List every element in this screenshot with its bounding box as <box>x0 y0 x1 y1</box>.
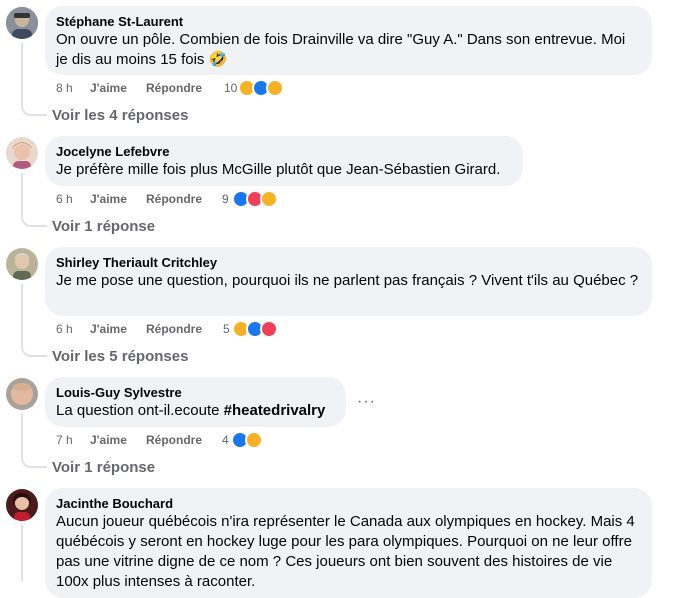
comment-time[interactable]: 6 h <box>56 190 73 208</box>
comment-author[interactable]: Stéphane St-Laurent <box>56 13 640 30</box>
comment-author[interactable]: Shirley Theriault Critchley <box>56 254 640 271</box>
thread-line <box>21 525 23 581</box>
like-button[interactable]: J'aime <box>90 190 127 208</box>
avatar-photo-icon <box>6 137 38 169</box>
thread-line <box>21 43 23 106</box>
care-icon <box>245 431 263 449</box>
comment-text: Je me pose une question, pourquoi ils ne… <box>56 272 639 289</box>
comment-time[interactable]: 7 h <box>56 431 73 449</box>
reply-button[interactable]: Répondre <box>146 79 202 97</box>
thread-connector <box>21 345 47 357</box>
view-replies-link[interactable]: Voir 1 réponse <box>52 458 155 478</box>
reaction-count[interactable]: 10 <box>224 79 237 97</box>
thread-connector <box>21 456 47 468</box>
comment-author[interactable]: Jocelyne Lefebvre <box>56 143 511 160</box>
avatar-photo-icon <box>6 7 38 39</box>
view-replies-link[interactable]: Voir les 4 réponses <box>52 106 188 126</box>
view-replies-link[interactable]: Voir les 5 réponses <box>52 347 188 367</box>
thread-line <box>21 414 23 458</box>
like-button[interactable]: J'aime <box>90 431 127 449</box>
comment-bubble: Jocelyne Lefebvre Je préfère mille fois … <box>45 136 523 186</box>
like-button[interactable]: J'aime <box>90 79 127 97</box>
care-icon <box>260 190 278 208</box>
avatar[interactable] <box>6 7 38 39</box>
thread-line <box>21 284 23 347</box>
reply-button[interactable]: Répondre <box>146 431 202 449</box>
avatar[interactable] <box>6 248 38 280</box>
comment-author[interactable]: Jacinthe Bouchard <box>56 495 640 512</box>
comment-text-body: La question ont-il.ecoute <box>56 402 224 419</box>
comment-time[interactable]: 6 h <box>56 320 73 338</box>
comment-text: On ouvre un pôle. Combien de fois Drainv… <box>56 31 626 68</box>
comment-text: Je préfère mille fois plus McGille plutô… <box>56 161 501 178</box>
comment-bubble: Louis-Guy Sylvestre La question ont-il.e… <box>45 377 346 427</box>
thread-connector <box>21 215 47 227</box>
thread-line <box>21 173 23 217</box>
comment-bubble: Shirley Theriault Critchley Je me pose u… <box>45 247 652 316</box>
avatar[interactable] <box>6 489 38 521</box>
love-icon <box>260 320 278 338</box>
comment-author[interactable]: Louis-Guy Sylvestre <box>56 384 334 401</box>
care-icon <box>266 79 284 97</box>
more-options-button[interactable]: ··· <box>357 393 376 411</box>
comment-time[interactable]: 8 h <box>56 79 73 97</box>
comment-actions: 7 h J'aime Répondre 4 <box>56 431 296 449</box>
hashtag-link[interactable]: #heatedrivalry <box>224 402 326 419</box>
comment-actions: 6 h J'aime Répondre 5 <box>56 320 296 338</box>
comment-thread: Stéphane St-Laurent On ouvre un pôle. Co… <box>0 0 682 598</box>
avatar-photo-icon <box>6 378 38 410</box>
thread-connector <box>21 104 47 116</box>
comment-text: La question ont-il.ecoute #heatedrivalry <box>56 401 334 421</box>
comment-actions: 6 h J'aime Répondre 9 <box>56 190 296 208</box>
comment-actions: 8 h J'aime Répondre 10 <box>56 79 296 97</box>
avatar[interactable] <box>6 137 38 169</box>
like-button[interactable]: J'aime <box>90 320 127 338</box>
avatar[interactable] <box>6 378 38 410</box>
comment-text: Aucun joueur québécois n'ira représenter… <box>56 513 635 590</box>
avatar-photo-icon <box>6 489 38 521</box>
avatar-photo-icon <box>6 248 38 280</box>
reaction-count[interactable]: 5 <box>223 320 230 338</box>
reaction-count[interactable]: 9 <box>222 190 229 208</box>
view-replies-link[interactable]: Voir 1 réponse <box>52 217 155 237</box>
reply-button[interactable]: Répondre <box>146 190 202 208</box>
comment-bubble: Jacinthe Bouchard Aucun joueur québécois… <box>45 488 652 598</box>
reply-button[interactable]: Répondre <box>146 320 202 338</box>
comment-bubble: Stéphane St-Laurent On ouvre un pôle. Co… <box>45 6 652 75</box>
reaction-count[interactable]: 4 <box>222 431 229 449</box>
